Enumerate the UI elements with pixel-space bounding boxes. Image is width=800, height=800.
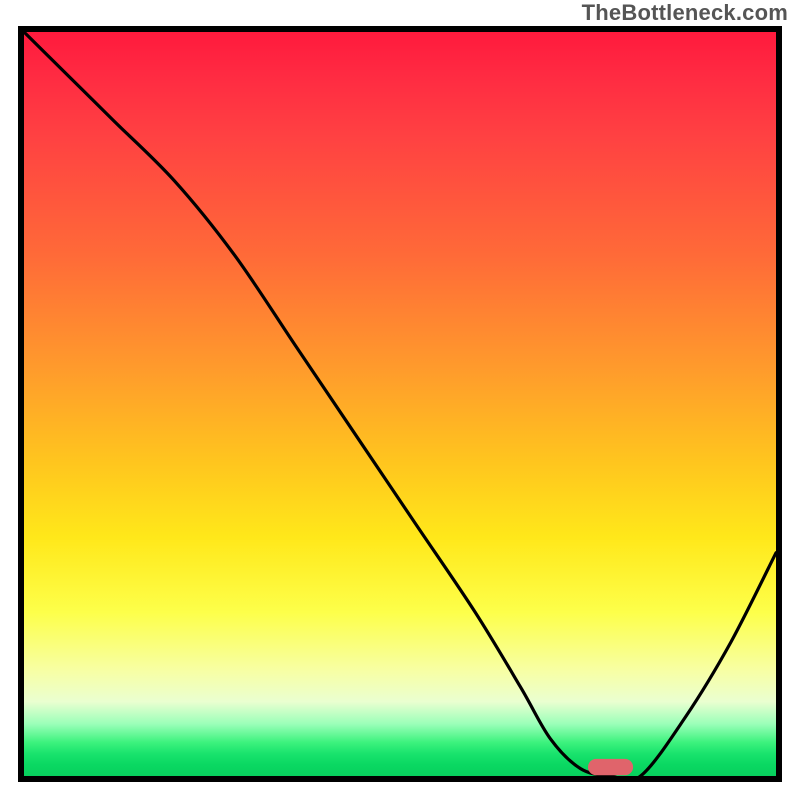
chart-frame: TheBottleneck.com [0,0,800,800]
optimal-range-marker [588,759,633,775]
plot-area [18,26,782,782]
curve-overlay [24,32,776,776]
bottleneck-curve [24,32,776,776]
watermark-text: TheBottleneck.com [582,0,788,26]
